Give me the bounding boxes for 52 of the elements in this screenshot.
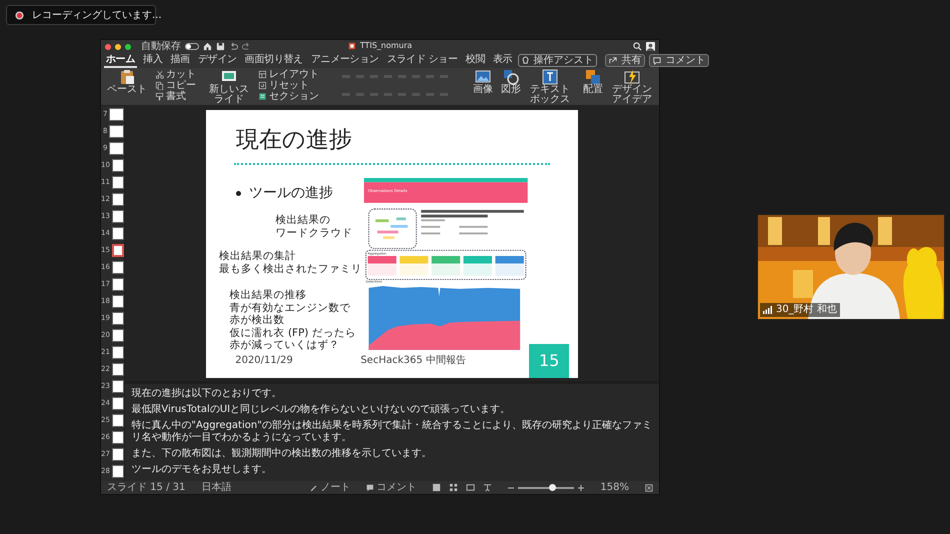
paste-button[interactable]: ペースト [105,69,149,95]
copy-button[interactable]: コピー [153,80,198,91]
ribbon-tab[interactable]: スライド ショー [384,54,460,68]
ribbon-tab[interactable]: デザイン [196,54,239,68]
slide-title: 現在の進捗 [236,126,352,155]
design-ideas-button[interactable]: デザインアイデア [609,69,655,105]
share-button[interactable]: 共有 [605,54,646,67]
date-text: 2020/11/29 [235,354,293,368]
slide-number-badge: 15 [529,344,570,378]
note-paragraph: ツールのデモをお見せします。 [131,464,272,476]
autosave-label: 自動保存 [141,42,181,52]
ribbon-tab[interactable]: 描画 [168,54,192,68]
ribbon-tab[interactable]: 校閲 [464,54,488,68]
footer-text: SecHack365 中間報告 [360,354,466,368]
ribbon-tab[interactable]: 表示 [491,54,514,68]
window-title: TTIS_nomura [360,41,412,51]
cut-button[interactable]: カット [153,69,198,80]
caption-line: 仮に濡れ衣 (FP) だったら [230,326,356,339]
arrange-button[interactable]: 配置 [581,69,605,95]
picture-button[interactable]: 画像 [471,69,495,95]
caption-line: 検出結果の推移 [230,289,307,302]
note-paragraph: 最低限VirusTotalのUIと同じレベルの物を作らないといけないので頑張っています。 [131,404,512,416]
note-paragraph: また、下の散布図は、観測期間中の検出数の推移を示しています。 [131,448,432,460]
shapes-button[interactable]: 図形 [499,69,523,95]
slide-counter: スライド 15 / 31 [107,481,186,494]
caption-line: 検出結果の集計 [219,250,296,262]
section-button[interactable]: セクション [256,91,321,102]
format-painter-button[interactable]: 書式 [153,91,198,102]
new-slide-button[interactable]: 新しいスライド [206,69,252,105]
notes-button[interactable]: ノート [310,482,350,494]
language-label: 日本語 [201,481,232,494]
comment-button[interactable]: コメント [649,54,710,67]
note-paragraph: 現在の進捗は以下のとおりです。 [131,388,282,400]
zoom-level: 158% [600,481,629,494]
assist-field[interactable]: 操作アシスト [518,54,598,67]
bullet-text: ツールの進捗 [248,184,333,204]
caption-line: ワードクラウド [275,226,352,239]
ribbon-tab[interactable]: アニメーション [308,54,381,68]
recording-label: レコーディングしています... [32,8,162,22]
comments-button[interactable]: コメント [366,482,416,494]
text-box-button[interactable]: テキストボックス [527,69,573,105]
layout-button[interactable]: レイアウト [256,69,321,80]
ribbon-tab[interactable]: 画面切り替え [242,54,305,68]
caption-line: 青が有効なエンジン数で [230,302,351,314]
note-paragraph: 特に真ん中の"Aggregation"の部分は検出結果を時系列で集計・統合することにより、既存の研究より正確なファミリ名や動作が一目でわかるようになっています。 [131,420,653,444]
caption-line: 赤が検出数 [230,314,285,326]
caption-line: 赤が減っていくはず？ [230,339,340,352]
caption-line: 最も多く検出されたファミリ [219,262,362,275]
caption-line: 検出結果の [275,214,330,226]
participant-name: 30_野村 和也 [776,304,837,316]
reset-button[interactable]: リセット [256,80,321,91]
ribbon-tab[interactable]: 挿入 [141,54,165,68]
